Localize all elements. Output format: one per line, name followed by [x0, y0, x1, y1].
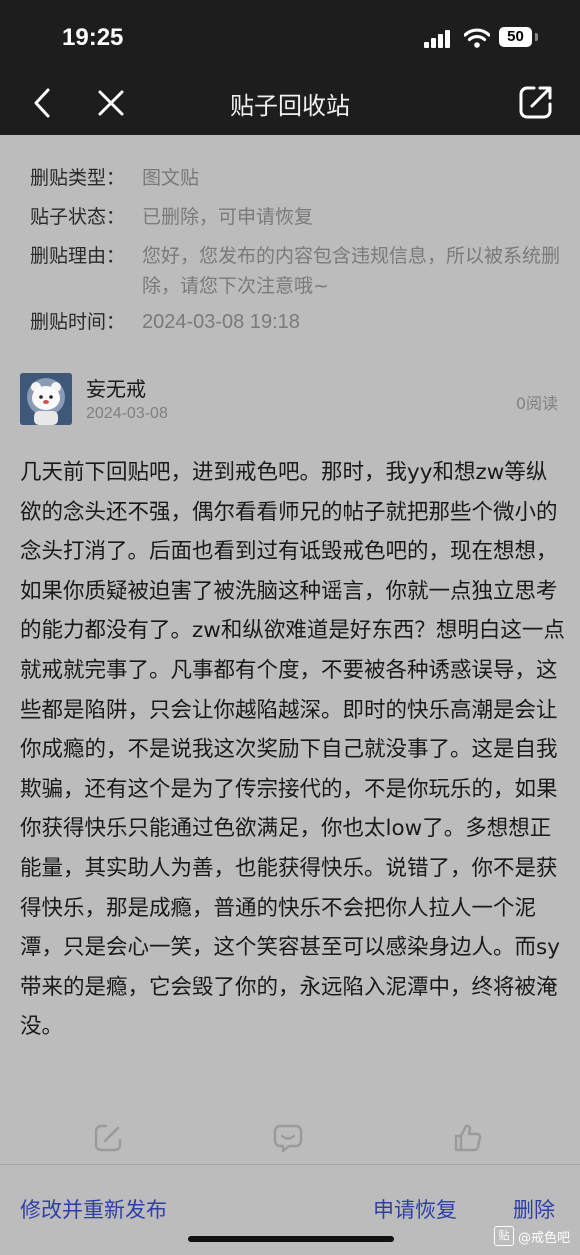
author-name[interactable]: 妄无戒 [86, 373, 146, 402]
home-indicator[interactable] [188, 1236, 394, 1242]
battery-icon: 50 [499, 27, 532, 47]
edit-icon[interactable] [92, 1122, 124, 1154]
status-time: 19:25 [62, 24, 124, 51]
top-bar: 19:25 50 贴子回收站 [0, 0, 580, 135]
share-icon[interactable] [518, 84, 554, 120]
read-count: 0阅读 [515, 394, 558, 413]
edit-repost-button[interactable]: 修改并重新发布 [20, 1194, 167, 1224]
page-title: 贴子回收站 [230, 92, 350, 120]
info-row-time: 删贴时间： 2024-03-08 19:18 [30, 304, 570, 340]
info-label: 删贴类型： [30, 167, 126, 189]
info-row-type: 删贴类型： 图文贴 [30, 160, 570, 196]
watermark-text: @戒色吧 [517, 1230, 570, 1246]
avatar[interactable] [20, 373, 72, 425]
comment-icon[interactable] [272, 1122, 304, 1154]
signal-icon [424, 30, 454, 48]
info-row-reason: 删贴理由： 您好，您发布的内容包含违规信息，所以被系统删除，请您下次注意哦~ [30, 238, 570, 301]
info-value: 已删除，可申请恢复 [142, 206, 314, 228]
info-label: 贴子状态： [30, 206, 126, 228]
battery-tip [535, 33, 538, 41]
delete-button[interactable]: 删除 [513, 1194, 555, 1224]
info-value: 2024-03-08 19:18 [142, 311, 300, 333]
info-row-status: 贴子状态： 已删除，可申请恢复 [30, 199, 570, 235]
avatar-bear-icon [20, 373, 72, 425]
watermark: 贴 @戒色吧 [493, 1226, 570, 1246]
post-date: 2024-03-08 [86, 405, 168, 422]
info-value: 图文贴 [142, 167, 200, 189]
wifi-icon [464, 28, 490, 48]
post-body: 几天前下回贴吧，进到戒色吧。那时，我yy和想zw等纵欲的念头还不强，偶尔看看师兄… [20, 460, 565, 1040]
restore-button[interactable]: 申请恢复 [373, 1194, 457, 1224]
info-label: 删贴时间： [30, 311, 126, 333]
deletion-info: 删贴类型： 图文贴 贴子状态： 已删除，可申请恢复 删贴理由： 您好，您发布的内… [30, 160, 570, 343]
info-label: 删贴理由： [30, 245, 126, 267]
info-value: 您好，您发布的内容包含违规信息，所以被系统删除，请您下次注意哦~ [142, 245, 561, 297]
like-icon[interactable] [452, 1122, 484, 1154]
watermark-logo: 贴 [493, 1226, 514, 1246]
